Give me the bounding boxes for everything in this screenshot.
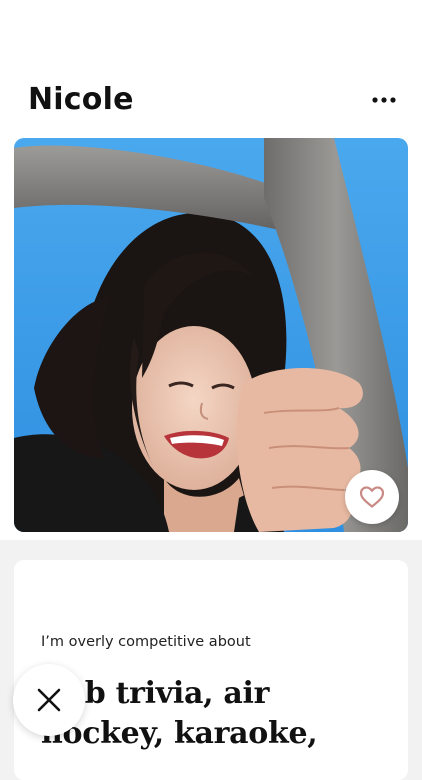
heart-outline-icon — [359, 486, 385, 508]
prompt-question: I’m overly competitive about — [41, 634, 251, 650]
more-horizontal-icon — [372, 97, 396, 103]
like-photo-button[interactable] — [345, 470, 399, 524]
prompt-card: I’m overly competitive about Pub trivia,… — [14, 560, 408, 780]
profile-photo-image — [14, 138, 408, 532]
skip-button[interactable] — [13, 664, 85, 736]
profile-name: Nicole — [28, 82, 134, 117]
more-options-button[interactable] — [370, 88, 398, 112]
prompt-answer: Pub trivia, air hockey, karaoke, — [41, 676, 318, 751]
profile-photo[interactable] — [14, 138, 408, 532]
close-icon — [37, 688, 61, 712]
